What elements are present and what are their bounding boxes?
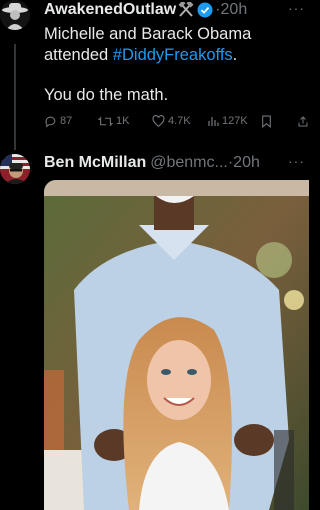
views-chart-icon <box>208 117 219 126</box>
more-options-button[interactable]: ··· <box>288 0 305 16</box>
reply-button[interactable]: 87 <box>44 115 72 128</box>
author-name[interactable]: Ben McMillan <box>44 153 146 173</box>
flag-avatar-icon <box>0 154 30 184</box>
cowboy-avatar-icon <box>0 0 30 30</box>
hashtag-link[interactable]: #DiddyFreakoffs <box>113 46 233 64</box>
photo-image <box>44 180 309 510</box>
tweet-text-fragment: attended <box>44 46 113 64</box>
views-count: 127K <box>222 115 248 127</box>
author-name[interactable]: AwakenedOutlaw <box>44 0 176 20</box>
tweet-text-fragment: . <box>232 46 238 64</box>
tweet-time[interactable]: 20h <box>233 153 260 173</box>
share-icon <box>298 115 308 126</box>
tweet-time[interactable]: 20h <box>221 0 248 20</box>
tweet-header: Ben McMillan @benmc... · 20h <box>44 153 260 173</box>
tweet-text-line: You do the math. <box>44 86 169 104</box>
like-count: 4.7K <box>168 115 191 127</box>
tweet-ben-mcmillan[interactable]: Ben McMillan @benmc... · 20h ··· <box>0 150 309 510</box>
avatar[interactable] <box>0 154 30 184</box>
tweet-header: AwakenedOutlaw · 20h <box>44 0 247 20</box>
repost-icon <box>98 116 113 126</box>
bookmark-button[interactable] <box>261 115 272 128</box>
avatar[interactable] <box>0 0 30 30</box>
tweet-text-line: attended #DiddyFreakoffs. <box>44 45 301 66</box>
author-handle[interactable]: @benmc... <box>150 153 228 173</box>
reply-icon <box>45 116 56 127</box>
tweet-awakenedoutlaw[interactable]: AwakenedOutlaw · 20h ··· Michelle and Ba… <box>0 0 309 150</box>
bookmark-icon <box>262 115 271 128</box>
views-button[interactable]: 127K <box>207 115 248 127</box>
crossed-hammers-icon <box>177 2 195 18</box>
heart-icon <box>152 114 165 127</box>
repost-button[interactable]: 1K <box>98 115 129 128</box>
more-options-button[interactable]: ··· <box>288 153 305 169</box>
like-button[interactable]: 4.7K <box>152 114 191 128</box>
share-button[interactable] <box>297 115 309 128</box>
repost-count: 1K <box>116 115 130 127</box>
verified-badge-icon <box>197 2 213 18</box>
tweet-photo[interactable] <box>44 180 309 510</box>
tweet-text: Michelle and Barack Obama attended #Didd… <box>44 24 301 106</box>
tweet-text-line: Michelle and Barack Obama <box>44 25 252 43</box>
reply-count: 87 <box>60 115 73 127</box>
